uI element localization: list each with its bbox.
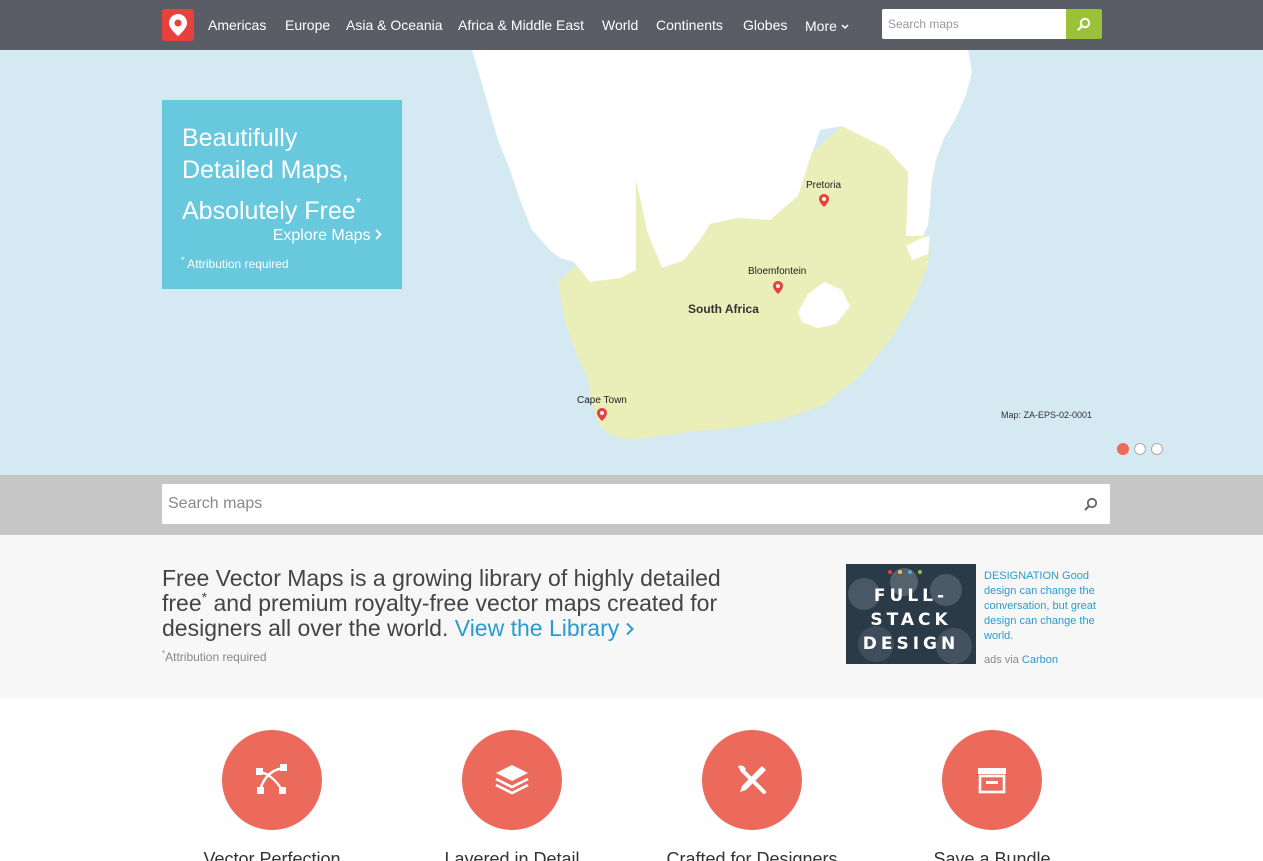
pencil-brush-icon [738,765,766,794]
nav-search-input[interactable] [882,9,1066,39]
chevron-down-icon [841,16,849,34]
promo-title-line-2: Detailed Maps, [182,156,349,184]
nav-item-world[interactable]: World [602,16,638,34]
promo-title: Beautifully Detailed Maps, Absolutely Fr… [182,122,382,227]
carousel-dot-1[interactable] [1117,443,1129,455]
map-pin-icon [773,281,783,294]
top-navigation-bar: Americas Europe Asia & Oceania Africa & … [0,0,1263,50]
ad-text-link[interactable]: DESIGNATION Good design can change the c… [984,569,1124,644]
map-pin-icon [597,408,607,421]
feature-title: Crafted for Designers [666,849,838,861]
view-library-link[interactable]: View the Library [455,615,634,641]
nav-item-europe[interactable]: Europe [285,16,330,34]
promo-note-text: Attribution required [187,257,289,271]
chevron-right-icon [375,229,382,240]
nav-item-asia-oceania[interactable]: Asia & Oceania [346,16,443,34]
view-library-label: View the Library [454,615,620,641]
intro-attribution-note: *Attribution required [162,649,267,664]
feature-crafted-for-designers: Crafted for Designers [632,730,872,861]
intro-note-text: Attribution required [165,650,267,664]
nav-item-continents[interactable]: Continents [656,16,723,34]
promo-title-line-3: Absolutely Free* [182,186,382,227]
nav-item-africa-middle-east[interactable]: Africa & Middle East [458,16,584,34]
main-search-input[interactable] [162,484,1110,524]
promo-box: Beautifully Detailed Maps, Absolutely Fr… [162,100,402,289]
intro-text-part-2: and premium royalty-free vector maps cre… [162,590,718,641]
map-id-label: Map: ZA-EPS-02-0001 [1001,410,1093,420]
hero-map-banner[interactable]: Pretoria Bloemfontein South Africa Cape … [0,50,1263,475]
explore-maps-link[interactable]: Explore Maps [273,227,382,245]
nav-more-label: More [805,18,837,34]
feature-title: Layered in Detail [444,849,580,861]
layers-icon [495,765,529,795]
ad-via-label: ads via [984,654,1019,666]
chevron-right-icon [625,622,634,636]
intro-section: Free Vector Maps is a growing library of… [0,535,1263,698]
nav-item-americas[interactable]: Americas [208,16,266,34]
feature-circle [942,730,1042,830]
promo-title-asterisk: * [355,194,362,210]
nav-item-globes[interactable]: Globes [743,16,787,34]
search-icon[interactable] [1084,497,1098,511]
carbon-link[interactable]: Carbon [1022,654,1058,666]
feature-vector-perfection: Vector Perfection [152,730,392,861]
promo-attribution-note: * Attribution required [181,255,289,271]
carousel-dot-3[interactable] [1151,443,1163,455]
search-icon [1077,17,1091,31]
city-label-cape-town: Cape Town [577,395,627,406]
carousel-dot-2[interactable] [1134,443,1146,455]
ad-image[interactable]: FULL- STACK DESIGN [846,564,976,664]
intro-text: Free Vector Maps is a growing library of… [162,566,762,641]
ad-image-line-3: DESIGN [862,634,960,654]
feature-circle [462,730,562,830]
ad-attribution: ads via Carbon [984,654,1058,666]
promo-title-line-1: Beautifully [182,124,298,152]
feature-circle [702,730,802,830]
archive-box-icon [978,768,1006,794]
explore-maps-label: Explore Maps [272,227,371,244]
city-label-pretoria: Pretoria [806,180,842,191]
promo-note-asterisk: * [181,255,185,265]
feature-layered-in-detail: Layered in Detail [392,730,632,861]
country-label-south-africa: South Africa [688,302,759,316]
vector-pen-icon [256,764,287,794]
map-pin-icon [819,194,829,207]
feature-title: Save a Bundle [933,849,1051,861]
ad-image-title: FULL- STACK DESIGN [846,584,976,656]
ad-image-line-2: STACK [870,610,952,630]
logo-map-pin-icon[interactable] [162,9,194,41]
search-band [0,475,1263,535]
promo-title-line-3-text: Absolutely Free [182,197,356,225]
nav-search-button[interactable] [1066,9,1102,39]
nav-item-more[interactable]: More [805,16,849,35]
feature-title: Vector Perfection [203,849,341,861]
feature-circle [222,730,322,830]
city-label-bloemfontein: Bloemfontein [748,266,807,277]
feature-save-a-bundle: Save a Bundle [872,730,1112,861]
ad-image-line-1: FULL- [873,586,949,606]
